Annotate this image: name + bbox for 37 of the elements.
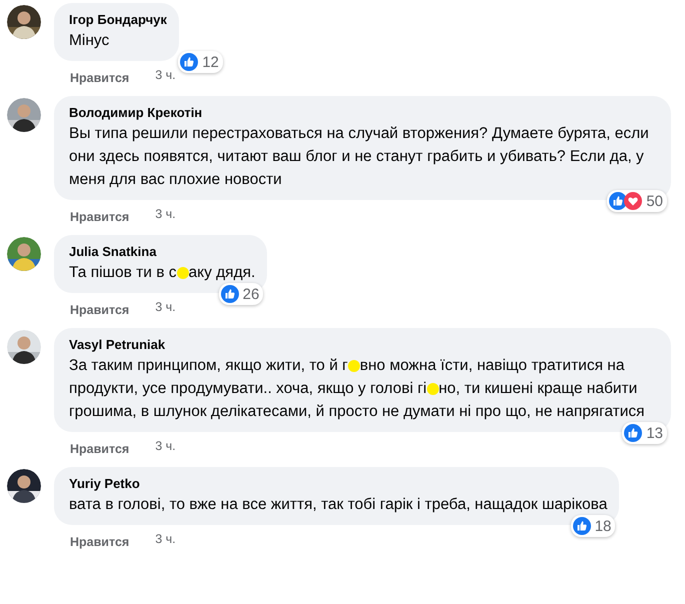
comment-time[interactable]: 3 ч. [155, 532, 176, 552]
author-name[interactable]: Володимир Крекотін [69, 104, 659, 121]
reaction-count: 26 [242, 286, 260, 302]
reaction-count: 13 [646, 424, 663, 442]
author-name[interactable]: Yuriy Petko [69, 475, 608, 492]
reaction-count: 50 [646, 192, 663, 210]
comment-text: Та пішов ти в с аку дядя. [69, 263, 256, 283]
comment-text: За таким принципом, якщо жити, то й г вно можна їсти, навіщо тратитися на продукти, усе продумувати.. хоча, якщо у голові гі но, ти кишені краще набити грошима, в шлунок делікатесами, й просто не думати ні про що, не напрягатися [69, 356, 646, 422]
like-button[interactable]: Нравится [70, 300, 130, 320]
censor-dot [348, 360, 360, 372]
reaction-badge[interactable]: 18 [570, 515, 616, 537]
author-name[interactable]: Vasyl Petruniak [69, 336, 659, 353]
reaction-badge[interactable]: 12 [178, 51, 223, 73]
censor-dot [176, 266, 188, 279]
reaction-badge[interactable]: 13 [622, 422, 667, 444]
comment-text: Вы типа решили перестраховаться на случай вторжения? Думаете бурята, если они здесь появятся, читают ваш блог и не станут грабить и убивать? Если да, у меня для вас плохие новости [69, 124, 650, 190]
censor-dot [426, 382, 439, 395]
comment-text: вата в голові, то вже на все життя, так тобі гарік і треба, нащадок шарікова [69, 495, 608, 515]
like-button[interactable]: Нравится [70, 68, 130, 88]
thumbs-up-icon [220, 285, 239, 303]
author-name[interactable]: Julia Snatkina [69, 243, 256, 260]
comment-text: Мінус [69, 31, 110, 51]
comment-time[interactable]: 3 ч. [155, 300, 176, 320]
reaction-badge[interactable]: 26 [218, 283, 264, 305]
comment-time[interactable]: 3 ч. [155, 207, 176, 227]
like-button[interactable]: Нравится [70, 207, 130, 227]
reaction-count: 12 [202, 54, 219, 70]
like-button[interactable]: Нравится [70, 439, 130, 459]
comment-time[interactable]: 3 ч. [155, 439, 176, 459]
reaction-count: 18 [594, 518, 612, 534]
thumbs-up-icon [624, 424, 642, 442]
reaction-badge[interactable]: 50 [607, 190, 667, 212]
author-name[interactable]: Ігор Бондарчук [69, 11, 167, 28]
like-button[interactable]: Нравится [70, 532, 130, 552]
comment-time[interactable]: 3 ч. [155, 68, 176, 88]
thumbs-up-icon [180, 53, 198, 71]
thumbs-up-icon [572, 517, 591, 535]
